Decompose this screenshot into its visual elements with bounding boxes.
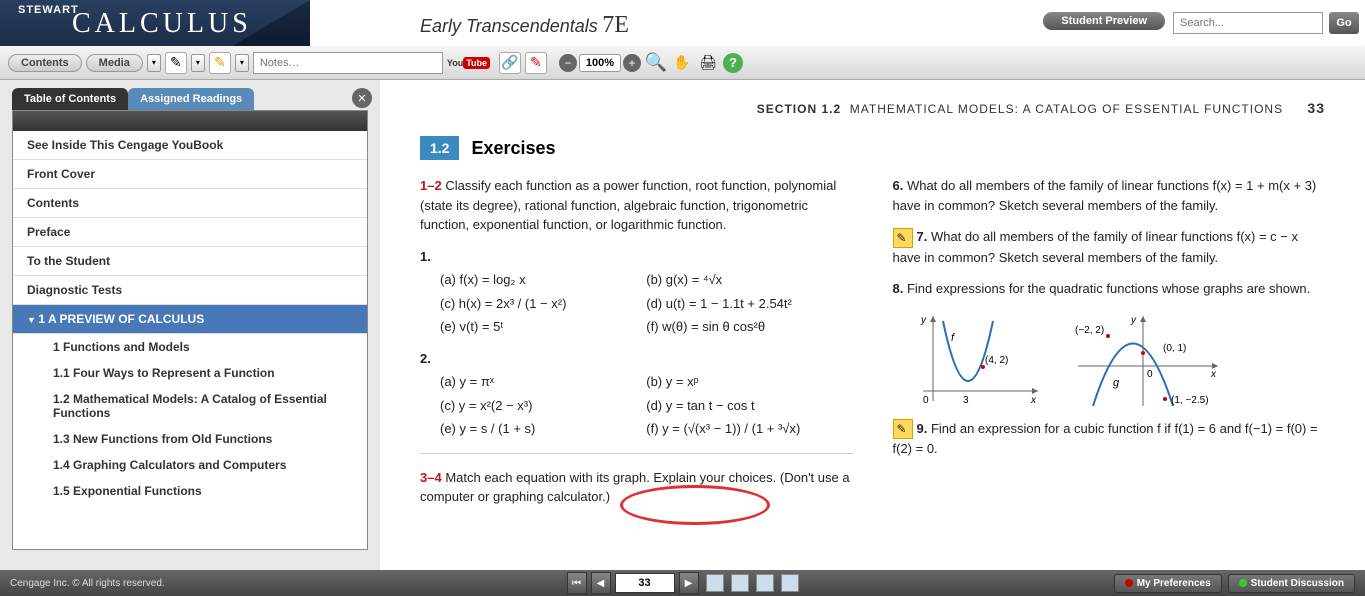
footer: Cengage Inc. © All rights reserved. ⏮ ◀ … xyxy=(0,570,1365,596)
student-preview-button[interactable]: Student Preview xyxy=(1043,12,1165,30)
svg-text:x: x xyxy=(1210,369,1217,380)
toc-item-active[interactable]: 1 A PREVIEW OF CALCULUS xyxy=(13,305,367,334)
help-button[interactable]: ? xyxy=(723,53,743,73)
quadratic-graphs: f (4, 2) 0 3 x y xyxy=(913,311,1326,411)
header: STEWART CALCULUS Early Transcendentals 7… xyxy=(0,0,1365,46)
toc-item[interactable]: Diagnostic Tests xyxy=(13,276,367,305)
first-page-button[interactable]: ⏮ xyxy=(567,572,587,594)
page-navigator: ⏮ ◀ ▶ xyxy=(567,572,799,594)
youtube-icon[interactable]: YouTube xyxy=(447,53,495,73)
zoom-out-button[interactable]: − xyxy=(559,54,577,72)
zoom-in-button[interactable]: + xyxy=(623,54,641,72)
search-input[interactable] xyxy=(1173,12,1323,34)
dropdown-2[interactable]: ▾ xyxy=(191,54,205,72)
table-of-contents: See Inside This Cengage YouBook Front Co… xyxy=(12,110,368,550)
svg-text:(4, 2): (4, 2) xyxy=(985,355,1008,366)
next-page-button[interactable]: ▶ xyxy=(679,572,699,594)
layout-nav-right-icon[interactable] xyxy=(781,574,799,592)
tab-assigned-readings[interactable]: Assigned Readings xyxy=(128,88,254,110)
svg-text:g: g xyxy=(1113,377,1120,389)
link-icon[interactable]: 🔗 xyxy=(499,52,521,74)
right-column: 6. What do all members of the family of … xyxy=(893,176,1326,519)
section-header: SECTION 1.2 MATHEMATICAL MODELS: A CATAL… xyxy=(420,100,1325,116)
zoom-value: 100% xyxy=(579,54,621,72)
toc-subitem[interactable]: 1.5 Exponential Functions xyxy=(13,478,367,504)
svg-text:(−2, 2): (−2, 2) xyxy=(1075,325,1104,336)
toc-subitem[interactable]: 1.4 Graphing Calculators and Computers xyxy=(13,452,367,478)
toolbar: Contents Media ▾ ✎ ▾ ✎ ▾ YouTube 🔗 ✎ − 1… xyxy=(0,46,1365,80)
layout-double-icon[interactable] xyxy=(731,574,749,592)
exercise-heading: Exercises xyxy=(471,138,555,159)
svg-text:(1, −2.5): (1, −2.5) xyxy=(1171,395,1209,406)
toc-item[interactable]: See Inside This Cengage YouBook xyxy=(13,131,367,160)
svg-text:y: y xyxy=(1130,315,1137,326)
svg-text:y: y xyxy=(920,315,927,326)
page-number: 33 xyxy=(1307,100,1325,116)
left-column: 1–2 Classify each function as a power fu… xyxy=(420,176,853,519)
note-icon[interactable] xyxy=(893,419,913,439)
svg-text:f: f xyxy=(951,332,955,344)
dropdown-3[interactable]: ▾ xyxy=(235,54,249,72)
svg-text:3: 3 xyxy=(963,395,969,406)
page-input[interactable] xyxy=(615,573,675,593)
exercise-section-num: 1.2 xyxy=(420,136,459,160)
svg-text:x: x xyxy=(1030,395,1037,406)
toc-subitem[interactable]: 1.1 Four Ways to Represent a Function xyxy=(13,360,367,386)
go-button[interactable]: Go xyxy=(1329,12,1359,34)
brand-calculus: CALCULUS xyxy=(72,8,252,40)
annotation-circle xyxy=(620,485,770,525)
svg-text:(0, 1): (0, 1) xyxy=(1163,343,1186,354)
toc-subitem[interactable]: 1.2 Mathematical Models: A Catalog of Es… xyxy=(13,386,367,426)
toc-item[interactable]: To the Student xyxy=(13,247,367,276)
student-discussion-button[interactable]: Student Discussion xyxy=(1228,574,1355,593)
print-icon[interactable]: 🖨 xyxy=(697,52,719,74)
layout-single-icon[interactable] xyxy=(706,574,724,592)
copyright: Cengage Inc. © All rights reserved. xyxy=(10,578,165,589)
sidebar: ✕ Table of Contents Assigned Readings Se… xyxy=(0,80,380,570)
dropdown-1[interactable]: ▾ xyxy=(147,54,161,72)
popup-highlighter-icon[interactable]: ✎ xyxy=(525,52,547,74)
tab-table-of-contents[interactable]: Table of Contents xyxy=(12,88,128,110)
note-icon[interactable] xyxy=(893,228,913,248)
notes-input[interactable] xyxy=(253,52,443,74)
close-sidebar-button[interactable]: ✕ xyxy=(352,88,372,108)
svg-text:0: 0 xyxy=(1147,369,1153,380)
media-button[interactable]: Media xyxy=(86,54,143,72)
hand-icon[interactable]: ✋ xyxy=(671,52,693,74)
highlighter-icon[interactable]: ✎ xyxy=(209,52,231,74)
toc-item[interactable]: Preface xyxy=(13,218,367,247)
svg-text:0: 0 xyxy=(923,395,929,406)
toc-subitem[interactable]: 1 Functions and Models xyxy=(13,334,367,360)
layout-nav-left-icon[interactable] xyxy=(756,574,774,592)
toc-item[interactable]: Contents xyxy=(13,189,367,218)
pencil-note-icon[interactable]: ✎ xyxy=(165,52,187,74)
page-content: SECTION 1.2 MATHEMATICAL MODELS: A CATAL… xyxy=(380,80,1365,570)
prev-page-button[interactable]: ◀ xyxy=(591,572,611,594)
contents-button[interactable]: Contents xyxy=(8,54,82,72)
toc-item[interactable]: Front Cover xyxy=(13,160,367,189)
brand-stewart: STEWART xyxy=(18,4,79,16)
my-preferences-button[interactable]: My Preferences xyxy=(1114,574,1222,593)
magnifier-icon[interactable]: 🔍 xyxy=(645,52,667,74)
toc-subitem[interactable]: 1.3 New Functions from Old Functions xyxy=(13,426,367,452)
book-subtitle: Early Transcendentals 7E xyxy=(420,12,629,39)
